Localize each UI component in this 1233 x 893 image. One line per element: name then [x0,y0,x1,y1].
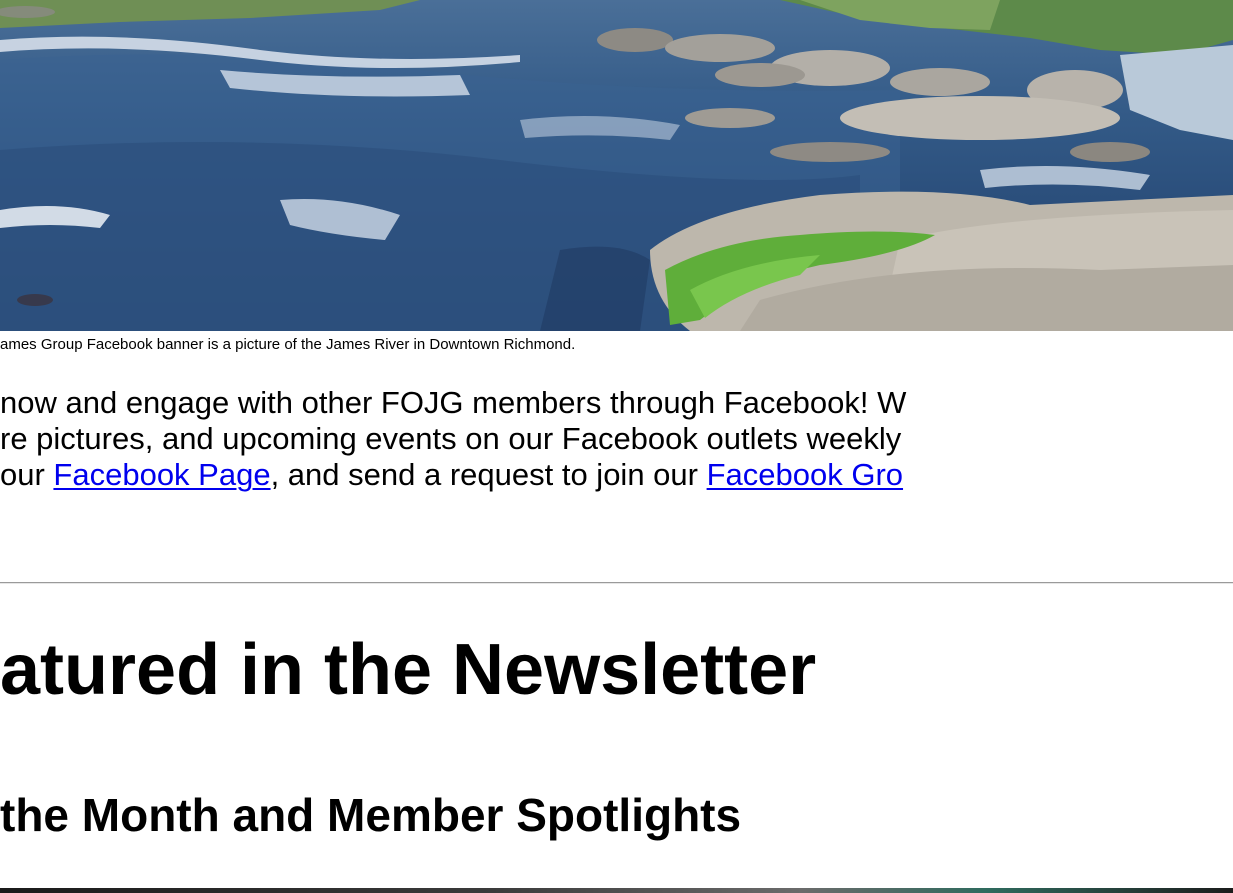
paragraph-line-2: re pictures, and upcoming events on our … [0,421,902,456]
newsletter-page: ames Group Facebook banner is a picture … [0,0,1233,893]
spotlight-image-top-edge [0,888,1233,893]
paragraph-line-3-middle: , and send a request to join our [270,457,707,492]
section-divider [0,582,1233,584]
paragraph-line-3: our Facebook Page, and send a request to… [0,457,1233,493]
facebook-group-link[interactable]: Facebook Gro [707,457,903,492]
james-river-banner-image [0,0,1233,331]
facebook-paragraph: now and engage with other FOJG members t… [0,385,1233,493]
featured-heading: atured in the Newsletter [0,630,817,710]
paragraph-line-1: now and engage with other FOJG members t… [0,385,907,420]
spotlights-subheading: the Month and Member Spotlights [0,789,742,841]
facebook-page-link[interactable]: Facebook Page [53,457,270,492]
banner-caption: ames Group Facebook banner is a picture … [0,336,576,353]
river-photo-icon [0,0,1233,331]
paragraph-line-3-prefix: our [0,457,54,492]
